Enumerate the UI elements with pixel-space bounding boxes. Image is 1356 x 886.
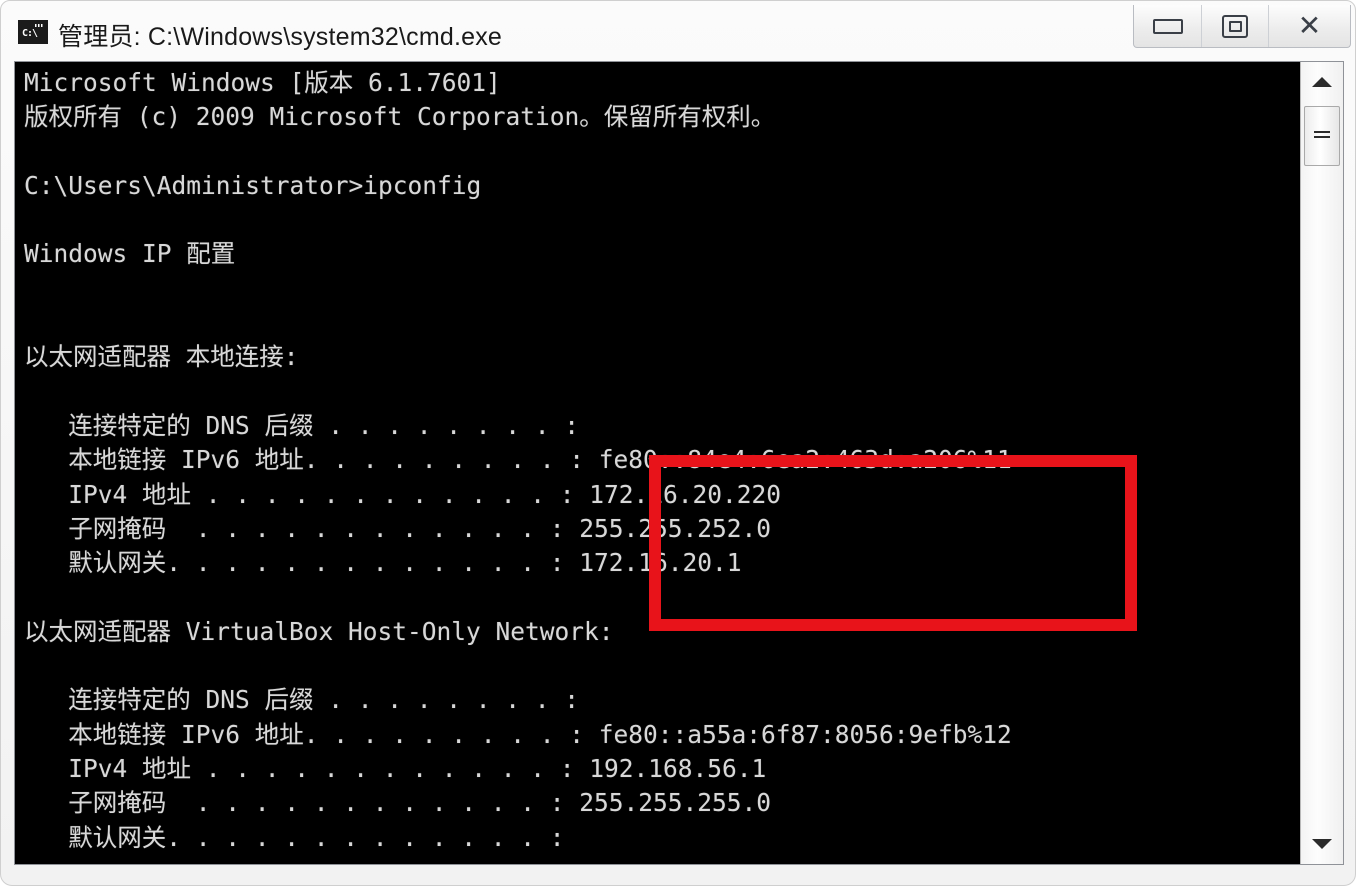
- maximize-button[interactable]: [1201, 5, 1268, 47]
- icon-prompt-glyph: C:\: [20, 27, 46, 42]
- terminal-text: Microsoft Windows [版本 6.1.7601] 版权所有 (c) …: [24, 66, 1300, 864]
- console-frame: Microsoft Windows [版本 6.1.7601] 版权所有 (c) …: [14, 61, 1344, 865]
- terminal-line: 本地链接 IPv6 地址. . . . . . . . . : fe80::84…: [24, 445, 1012, 475]
- terminal-line: 子网掩码 . . . . . . . . . . . . : 255.255.2…: [24, 788, 772, 818]
- terminal-line: 版权所有 (c) 2009 Microsoft Corporation。保留所有…: [24, 102, 776, 132]
- chevron-down-icon: [1312, 839, 1332, 849]
- cmd-window: C:\ 管理员: C:\Windows\system32\cmd.exe ✕ M…: [0, 0, 1356, 886]
- terminal-line: 本地链接 IPv6 地址. . . . . . . . . : fe80::a5…: [24, 719, 1012, 749]
- scroll-down-button[interactable]: [1301, 824, 1343, 864]
- grip-lines-icon: [1314, 131, 1330, 141]
- close-button[interactable]: ✕: [1268, 5, 1350, 47]
- terminal-line: 连接特定的 DNS 后缀 . . . . . . . . :: [24, 685, 580, 715]
- terminal-line: Microsoft Windows [版本 6.1.7601]: [24, 68, 501, 97]
- console-output-area[interactable]: Microsoft Windows [版本 6.1.7601] 版权所有 (c) …: [15, 62, 1300, 864]
- window-title: 管理员: C:\Windows\system32\cmd.exe: [58, 23, 503, 51]
- minimize-icon: [1152, 18, 1183, 34]
- scroll-up-button[interactable]: [1301, 62, 1343, 102]
- vertical-scrollbar[interactable]: [1300, 62, 1343, 864]
- terminal-line: 以太网适配器 VirtualBox Host-Only Network:: [24, 616, 614, 646]
- terminal-line: IPv4 地址 . . . . . . . . . . . . : 192.16…: [24, 753, 767, 783]
- chevron-up-icon: [1312, 77, 1332, 87]
- terminal-line: IPv4 地址 . . . . . . . . . . . . : 172.16…: [24, 479, 782, 509]
- terminal-line: 子网掩码 . . . . . . . . . . . . : 255.255.2…: [24, 513, 772, 543]
- caption-button-group: ✕: [1133, 5, 1351, 48]
- terminal-line: C:\Users\Administrator>ipconfig: [24, 170, 482, 200]
- terminal-line: Windows IP 配置: [24, 239, 236, 269]
- terminal-line: 默认网关. . . . . . . . . . . . . : 172.16.2…: [24, 548, 742, 578]
- title-bar[interactable]: C:\ 管理员: C:\Windows\system32\cmd.exe ✕: [1, 1, 1356, 59]
- terminal-line: 以太网适配器 本地连接:: [24, 342, 299, 372]
- terminal-line: 默认网关. . . . . . . . . . . . . :: [24, 822, 565, 852]
- minimize-button[interactable]: [1134, 5, 1201, 47]
- maximize-icon: [1222, 14, 1248, 38]
- cmd-console-icon: C:\: [18, 20, 48, 44]
- terminal-line: 连接特定的 DNS 后缀 . . . . . . . . :: [24, 410, 580, 440]
- close-icon: ✕: [1297, 9, 1322, 42]
- scrollbar-thumb[interactable]: [1304, 106, 1340, 166]
